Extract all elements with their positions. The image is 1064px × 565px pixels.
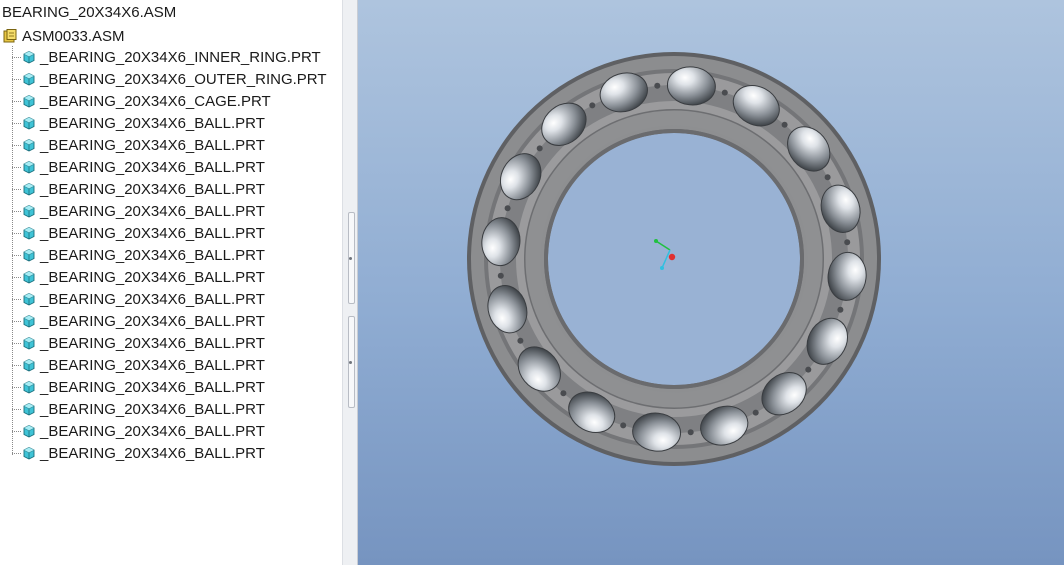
tree-node-part-label: _BEARING_20X34X6_BALL.PRT (40, 400, 265, 418)
tree-node-part-label: _BEARING_20X34X6_BALL.PRT (40, 312, 265, 330)
cage-rivet (805, 366, 812, 373)
tree-node-part[interactable]: _BEARING_20X34X6_BALL.PRT (0, 222, 342, 244)
tree-node-part[interactable]: _BEARING_20X34X6_BALL.PRT (0, 112, 342, 134)
tree-node-part-label: _BEARING_20X34X6_BALL.PRT (40, 224, 265, 242)
part-icon (23, 50, 35, 64)
tree-node-part-label: _BEARING_20X34X6_BALL.PRT (40, 136, 265, 154)
tree-node-part[interactable]: _BEARING_20X34X6_BALL.PRT (0, 288, 342, 310)
part-icon (23, 248, 35, 262)
tree-node-part-label: _BEARING_20X34X6_BALL.PRT (40, 246, 265, 264)
tree-node-part[interactable]: _BEARING_20X34X6_BALL.PRT (0, 310, 342, 332)
part-icon (23, 314, 35, 328)
tree-node-part-label: _BEARING_20X34X6_BALL.PRT (40, 158, 265, 176)
cage-rivet (497, 272, 504, 279)
panel-splitter[interactable] (342, 0, 358, 565)
part-icon (23, 380, 35, 394)
tree-node-part-label: _BEARING_20X34X6_BALL.PRT (40, 356, 265, 374)
cage-rivet (560, 390, 567, 397)
splitter-handle-top[interactable] (348, 212, 355, 304)
cage-rivet (536, 145, 543, 152)
grip-dot-icon (349, 257, 352, 260)
tree-node-part-label: _BEARING_20X34X6_BALL.PRT (40, 114, 265, 132)
model-tree-panel: BEARING_20X34X6.ASM ASM0033.ASM _BEARING… (0, 0, 342, 565)
tree-node-part[interactable]: _BEARING_20X34X6_BALL.PRT (0, 420, 342, 442)
tree-node-part[interactable]: _BEARING_20X34X6_BALL.PRT (0, 442, 342, 464)
tree-node-part-label: _BEARING_20X34X6_BALL.PRT (40, 378, 265, 396)
graphics-viewport[interactable] (358, 0, 1064, 565)
part-icon (23, 358, 35, 372)
model-tree-title[interactable]: BEARING_20X34X6.ASM (2, 4, 176, 21)
part-icon (23, 94, 35, 108)
part-icon (23, 402, 35, 416)
tree-node-root-assembly[interactable]: ASM0033.ASM (2, 26, 125, 46)
part-icon (23, 72, 35, 86)
tree-node-part-label: _BEARING_20X34X6_CAGE.PRT (40, 92, 271, 110)
cage-rivet (687, 429, 694, 436)
part-icon (23, 138, 35, 152)
cage-rivet (620, 422, 627, 429)
part-icon (23, 336, 35, 350)
part-icon (23, 116, 35, 130)
tree-node-part-label: _BEARING_20X34X6_BALL.PRT (40, 180, 265, 198)
tree-node-part[interactable]: _BEARING_20X34X6_BALL.PRT (0, 156, 342, 178)
part-icon (23, 424, 35, 438)
bearing-model (467, 52, 881, 466)
tree-children: _BEARING_20X34X6_INNER_RING.PRT _BEARING_… (0, 46, 342, 464)
cage-rivet (752, 409, 759, 416)
tree-node-part[interactable]: _BEARING_20X34X6_BALL.PRT (0, 398, 342, 420)
tree-node-part[interactable]: _BEARING_20X34X6_INNER_RING.PRT (0, 46, 342, 68)
part-icon (23, 226, 35, 240)
grip-dot-icon (349, 361, 352, 364)
tree-node-part[interactable]: _BEARING_20X34X6_BALL.PRT (0, 244, 342, 266)
part-icon (23, 292, 35, 306)
assembly-icon (3, 29, 17, 43)
part-icon (23, 270, 35, 284)
tree-node-part-label: _BEARING_20X34X6_INNER_RING.PRT (40, 48, 321, 66)
origin-x-axis-dot (668, 253, 676, 261)
tree-node-root-label: ASM0033.ASM (22, 27, 125, 45)
tree-node-part-label: _BEARING_20X34X6_OUTER_RING.PRT (40, 70, 327, 88)
tree-node-part-label: _BEARING_20X34X6_BALL.PRT (40, 422, 265, 440)
tree-node-part[interactable]: _BEARING_20X34X6_BALL.PRT (0, 178, 342, 200)
tree-node-part-label: _BEARING_20X34X6_BALL.PRT (40, 268, 265, 286)
tree-node-part[interactable]: _BEARING_20X34X6_BALL.PRT (0, 354, 342, 376)
origin-y-axis-tip (654, 239, 658, 243)
origin-z-axis-tip (660, 266, 664, 270)
part-icon (23, 160, 35, 174)
tree-node-part[interactable]: _BEARING_20X34X6_BALL.PRT (0, 134, 342, 156)
tree-node-part[interactable]: _BEARING_20X34X6_CAGE.PRT (0, 90, 342, 112)
tree-node-part[interactable]: _BEARING_20X34X6_BALL.PRT (0, 332, 342, 354)
tree-node-part-label: _BEARING_20X34X6_BALL.PRT (40, 290, 265, 308)
cage-rivet (837, 306, 844, 313)
tree-node-part[interactable]: _BEARING_20X34X6_BALL.PRT (0, 266, 342, 288)
cage-rivet (504, 205, 511, 212)
splitter-handle-bottom[interactable] (348, 316, 355, 408)
cage-rivet (517, 337, 524, 344)
cage-rivet (654, 82, 661, 89)
tree-node-part[interactable]: _BEARING_20X34X6_BALL.PRT (0, 200, 342, 222)
cage-rivet (844, 239, 851, 246)
tree-node-part-label: _BEARING_20X34X6_BALL.PRT (40, 202, 265, 220)
cage-rivet (589, 102, 596, 109)
part-icon (23, 182, 35, 196)
cage-rivet (721, 89, 728, 96)
part-icon (23, 204, 35, 218)
tree-node-part-label: _BEARING_20X34X6_BALL.PRT (40, 334, 265, 352)
tree-node-part[interactable]: _BEARING_20X34X6_OUTER_RING.PRT (0, 68, 342, 90)
cage-rivet (824, 174, 831, 181)
part-icon (23, 446, 35, 460)
tree-node-part[interactable]: _BEARING_20X34X6_BALL.PRT (0, 376, 342, 398)
cage-rivet (781, 121, 788, 128)
tree-node-part-label: _BEARING_20X34X6_BALL.PRT (40, 444, 265, 462)
